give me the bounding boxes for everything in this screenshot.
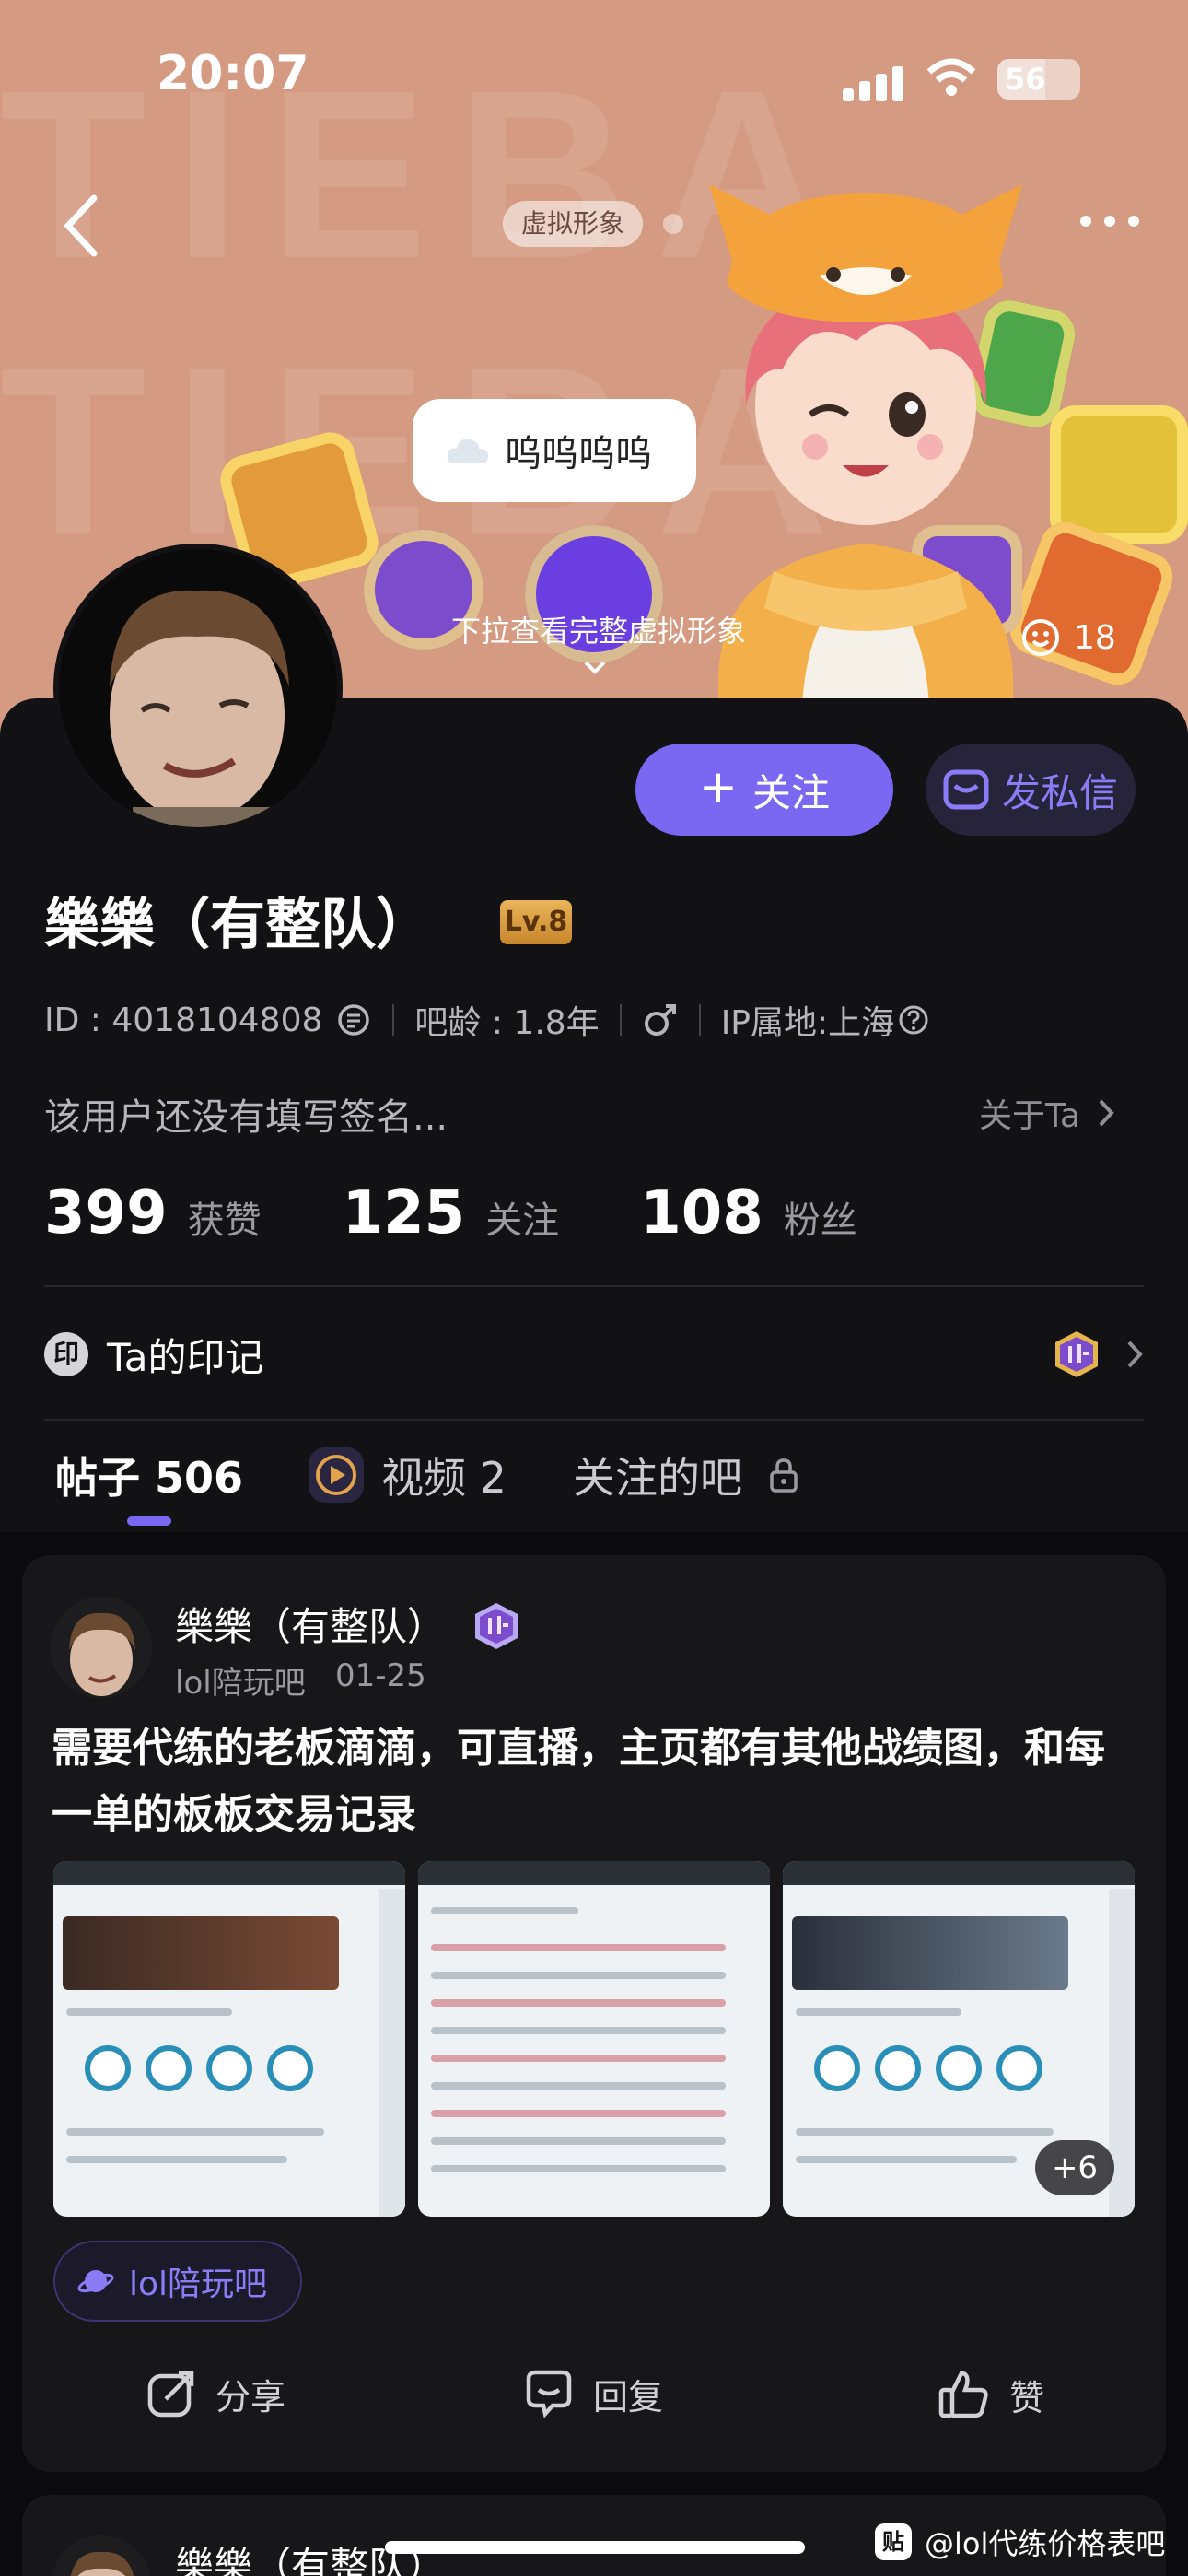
user-nickname: 樂樂（有整队） <box>44 893 431 957</box>
tab-followed-bars-label: 关注的吧 <box>573 1453 742 1503</box>
reply-button[interactable]: 回复 <box>523 2368 663 2419</box>
plus-icon: + <box>699 760 738 814</box>
forum-chip[interactable]: lol陪玩吧 <box>53 2241 303 2322</box>
status-time: 20:07 <box>157 46 309 101</box>
stat-fans-label[interactable]: 粉丝 <box>784 1190 857 1244</box>
tab-posts[interactable]: 帖子 506 <box>55 1445 243 1505</box>
tieba-logo-icon: 贴 <box>875 2523 912 2560</box>
avatar-tag[interactable]: 虚拟形象 <box>503 201 644 247</box>
stat-likes-label[interactable]: 获赞 <box>188 1190 262 1244</box>
post-author-name[interactable]: 樂樂（有整队） <box>175 1596 446 1652</box>
pull-down-hint: 下拉查看完整虚拟形象 <box>450 614 746 649</box>
tab-posts-label: 帖子 506 <box>55 1453 244 1503</box>
stat-fans-value[interactable]: 108 <box>640 1179 763 1247</box>
user-avatar[interactable] <box>53 544 343 833</box>
post-image[interactable] <box>418 1861 770 2217</box>
more-options-icon[interactable] <box>1073 198 1147 244</box>
share-button[interactable]: 分享 <box>146 2368 285 2419</box>
divider <box>44 1285 1144 1287</box>
tag-dot <box>663 214 683 234</box>
home-indicator <box>385 2541 805 2554</box>
send-message-button[interactable]: 发私信 <box>926 744 1136 836</box>
imprint-badge-icon <box>1055 1331 1098 1377</box>
share-label: 分享 <box>215 2376 286 2418</box>
share-icon <box>147 2371 194 2418</box>
reply-label: 回复 <box>593 2376 664 2418</box>
chevron-right-icon <box>1127 1341 1143 1368</box>
user-id: ID : 4018104808 <box>44 1001 323 1039</box>
user-stats: 399 获赞 125 关注 108 粉丝 <box>44 1179 857 1247</box>
post-image[interactable] <box>53 1861 405 2217</box>
copy-icon[interactable] <box>335 1001 372 1038</box>
like-button[interactable]: 赞 <box>938 2368 1044 2421</box>
speech-text: 呜呜呜呜 <box>505 433 652 475</box>
avatar-likes[interactable]: 18 <box>1020 617 1116 658</box>
status-bar: 20:07 56 <box>0 0 1188 157</box>
thumbs-up-icon <box>938 2371 988 2418</box>
more-images-count[interactable]: +6 <box>1035 2140 1114 2195</box>
wifi-icon <box>926 58 976 96</box>
follow-label: 关注 <box>751 769 830 815</box>
smile-icon <box>1022 619 1059 656</box>
forum-chip-label: lol陪玩吧 <box>129 2266 268 2303</box>
user-signature: 该用户还没有填写签名... <box>44 1096 448 1139</box>
back-arrow-icon[interactable] <box>55 189 111 263</box>
avatar-likes-count: 18 <box>1074 618 1116 657</box>
tab-followed-bars[interactable]: 关注的吧 <box>573 1445 799 1505</box>
profile-tabs: 帖子 506 视频 2 关注的吧 <box>0 1419 1188 1532</box>
tab-indicator <box>127 1516 171 1526</box>
chevron-down-icon <box>584 661 606 674</box>
imprint-icon: 印 <box>44 1332 88 1376</box>
bar-age: 吧龄 : 1.8年 <box>414 1004 600 1042</box>
imprint-badge-icon <box>475 1603 518 1649</box>
post-title[interactable]: 需要代练的老板滴滴，可直播，主页都有其他战绩图，和每一单的板板交易记录 <box>52 1715 1138 1848</box>
battery-level: 56 <box>1005 62 1046 97</box>
post-date: 01-25 <box>335 1657 426 1694</box>
cloud-icon <box>447 439 488 463</box>
stat-following-label[interactable]: 关注 <box>485 1190 559 1244</box>
stat-likes-value[interactable]: 399 <box>44 1179 168 1247</box>
imprint-label: Ta的印记 <box>107 1334 264 1380</box>
planet-icon <box>77 2270 114 2293</box>
post-forum[interactable]: lol陪玩吧 <box>175 1657 306 1703</box>
video-icon <box>309 1447 364 1503</box>
message-icon <box>943 769 989 810</box>
chevron-right-icon <box>1099 1099 1114 1127</box>
message-label: 发私信 <box>1001 769 1118 815</box>
watermark: 贴 @lol代练价格表吧 <box>875 2521 1165 2563</box>
help-icon[interactable] <box>898 1004 929 1036</box>
ip-location: IP属地:上海 <box>720 1004 895 1042</box>
speech-bubble: 呜呜呜呜 <box>413 399 696 502</box>
like-label: 赞 <box>1009 2377 1045 2418</box>
level-badge[interactable]: Lv.8 <box>500 900 572 944</box>
virtual-avatar-character <box>709 184 1022 737</box>
signal-icon <box>843 64 907 101</box>
battery-icon: 56 <box>997 59 1080 100</box>
comment-icon <box>526 2370 572 2418</box>
stat-following-value[interactable]: 125 <box>343 1179 466 1247</box>
about-label: 关于Ta <box>979 1097 1081 1135</box>
about-ta-link[interactable]: 关于Ta <box>979 1089 1115 1137</box>
lock-icon <box>770 1458 798 1493</box>
male-icon <box>644 1004 676 1036</box>
post-author-avatar[interactable] <box>51 1597 152 1698</box>
tab-videos-label: 视频 2 <box>381 1453 507 1503</box>
follow-button[interactable]: + 关注 <box>635 744 893 836</box>
imprint-row[interactable]: 印 Ta的印记 <box>44 1327 1144 1382</box>
user-info-row: ID : 4018104808 吧龄 : 1.8年 IP属地:上海 <box>44 997 929 1043</box>
tab-videos[interactable]: 视频 2 <box>306 1445 507 1505</box>
watermark-text: @lol代练价格表吧 <box>925 2526 1166 2561</box>
